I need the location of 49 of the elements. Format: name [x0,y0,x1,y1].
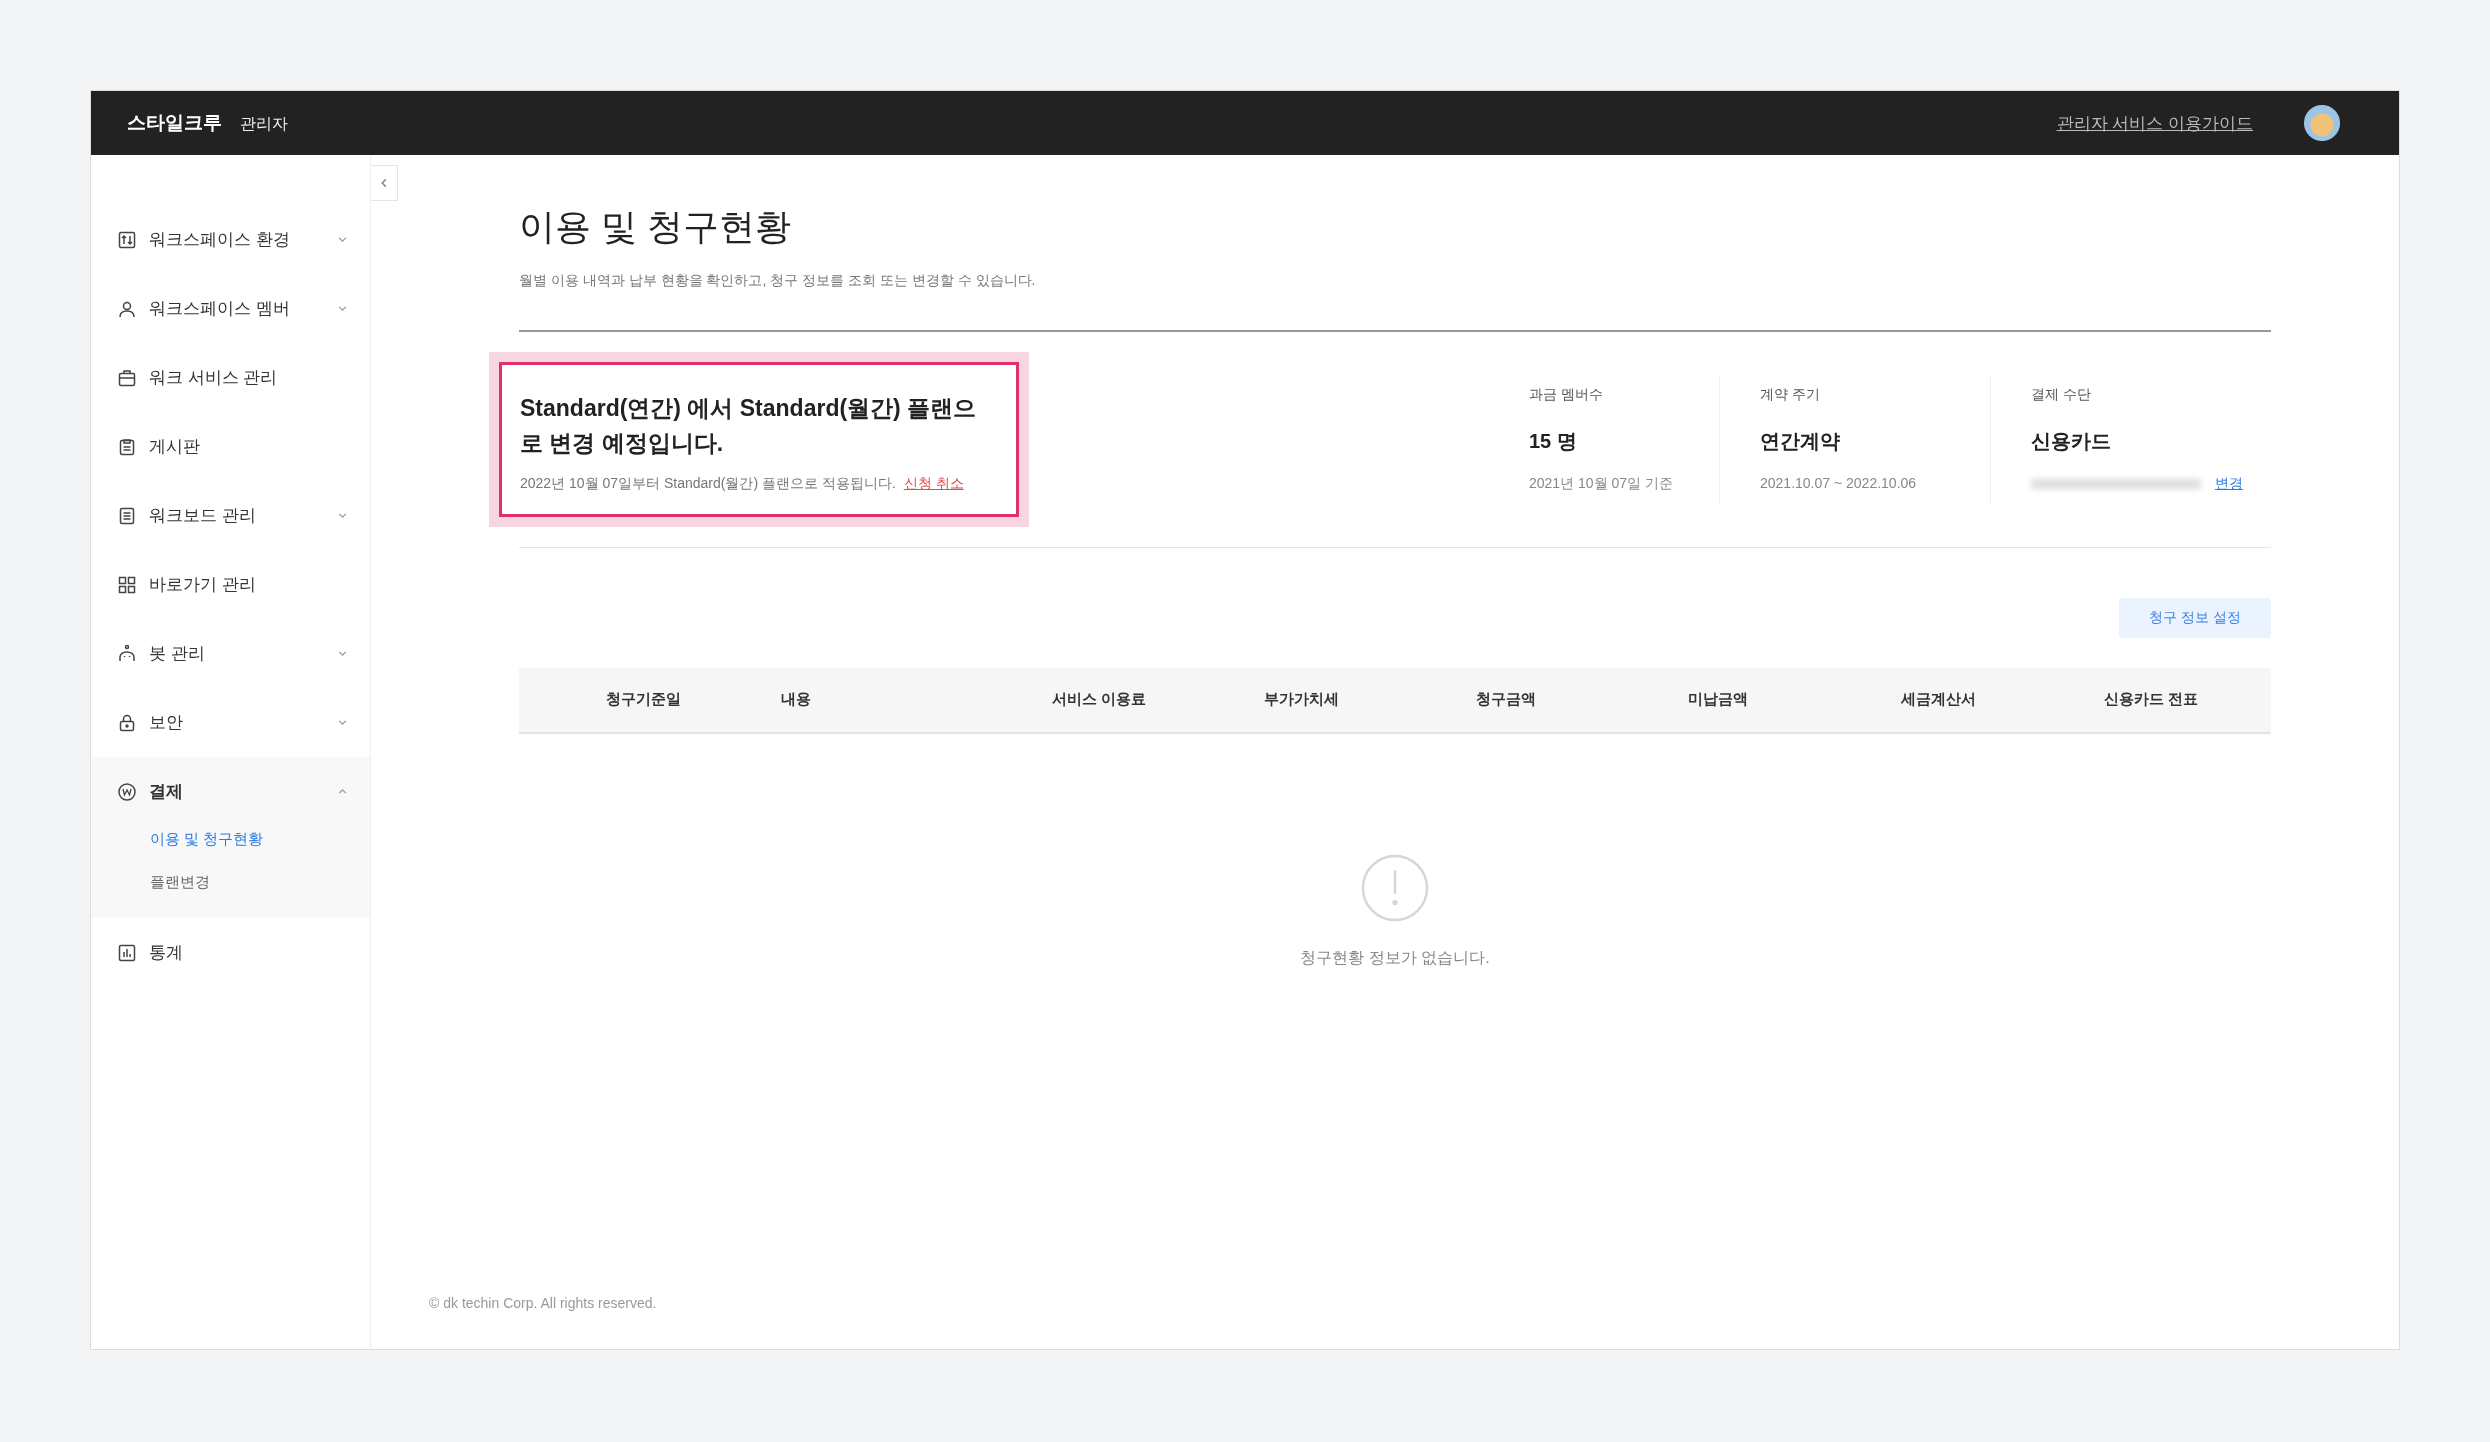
stat-label: 결제 수단 [2031,385,2092,404]
column-header: 내용 [780,690,812,710]
sliders-icon [117,229,137,250]
brand-name: 스타일크루 [127,111,222,135]
notice-detail: 2022년 10월 07일부터 Standard(월간) 플랜으로 적용됩니다. [520,475,896,493]
stat-note: 2021.10.07 ~ 2022.10.06 [1760,474,1917,491]
page-subtitle: 월별 이용 내역과 납부 현황을 확인하고, 청구 정보를 조회 또는 변경할 수 있습니다. [519,272,1037,290]
sidebar-item[interactable]: 워크보드 관리 [91,481,370,550]
briefcase-icon [117,367,137,388]
clipboard-icon [117,436,137,457]
guide-link[interactable]: 관리자 서비스 이용가이드 [2056,111,2253,135]
lock-icon [117,712,137,733]
chart-icon [117,942,137,963]
sidebar-item[interactable]: 보안 [91,688,370,757]
coin-icon [117,781,137,802]
column-header: 청구기준일 [604,690,682,710]
sidebar-item[interactable]: 바로가기 관리 [91,550,370,619]
stat-label: 과금 멤버수 [1529,385,1604,404]
sidebar-item[interactable]: 워크스페이스 멤버 [91,274,370,343]
stat-label: 계약 주기 [1760,385,1821,404]
change-link[interactable]: 변경 [2215,474,2243,493]
column-header: 부가가치세 [1262,690,1340,710]
column-header: 청구금액 [1475,690,1537,710]
sidebar-item[interactable]: 워크 서비스 관리 [91,343,370,412]
role-label: 관리자 [240,114,288,134]
cancel-request-link[interactable]: 신청 취소 [903,474,964,494]
avatar[interactable] [2303,104,2341,142]
stat-value: 신용카드 [2031,428,2112,454]
document-icon [117,505,137,526]
exclamation-icon [1361,853,1429,922]
sidebar-item[interactable]: 통계 [91,918,370,987]
page-title: 이용 및 청구현황 [519,205,792,249]
stat-value: 연간계약 [1760,428,1841,454]
sidebar-item[interactable]: 워크스페이스 환경 [91,205,370,274]
billing-settings-button[interactable]: 청구 정보 설정 [2119,597,2271,638]
grid-icon [117,574,137,595]
empty-message: 청구현황 정보가 없습니다. [1300,947,1490,968]
robot-icon [117,643,137,664]
sidebar-item[interactable]: 봇 관리 [91,619,370,688]
column-header: 미납금액 [1687,690,1749,710]
submenu-item[interactable]: 플랜변경 [91,861,210,904]
sidebar-item[interactable]: 게시판 [91,412,370,481]
stat-note: 2021년 10월 07일 기준 [1529,474,1673,493]
notice-headline: Standard(연간) 에서 Standard(월간) 플랜으로 변경 예정입니다. [520,394,978,458]
column-header: 서비스 이용료 [1050,690,1148,710]
stat-value: 15 명 [1529,428,1578,454]
column-header: 신용카드 전표 [2102,690,2200,710]
copyright: © dk techin Corp. All rights reserved. [428,1295,658,1313]
column-header: 세금계산서 [1899,690,1977,710]
